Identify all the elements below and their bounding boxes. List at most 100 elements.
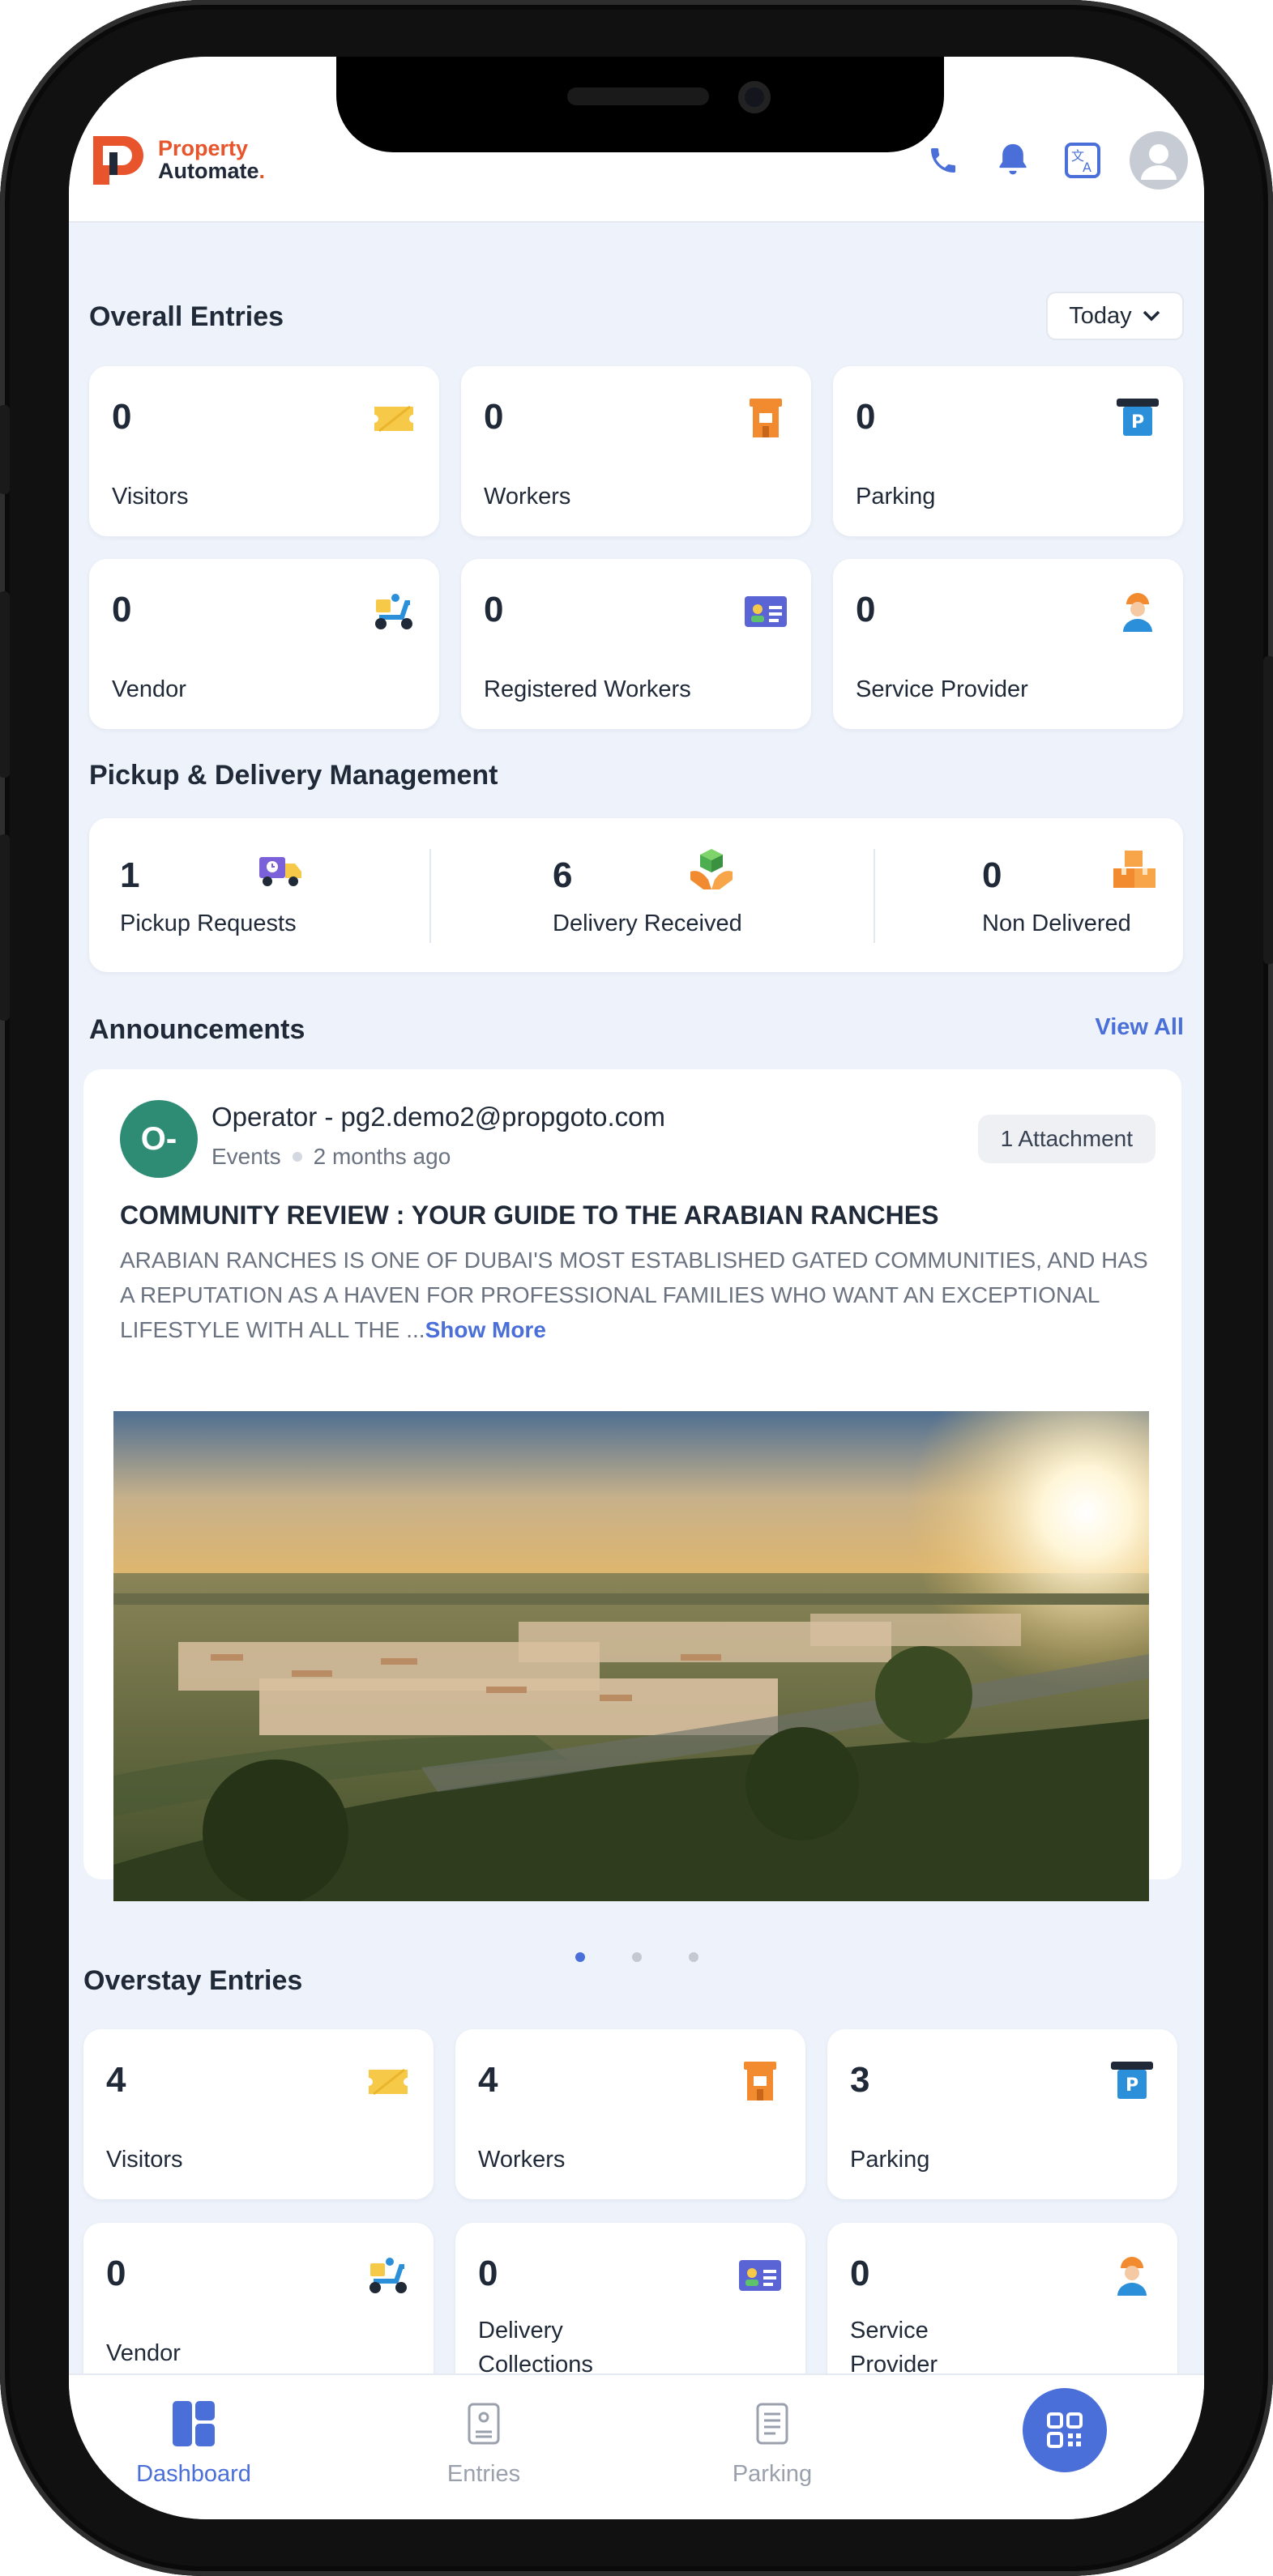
date-filter-value: Today [1069, 302, 1132, 329]
announcement-body-text: ARABIAN RANCHES IS ONE OF DUBAI'S MOST E… [120, 1247, 1148, 1342]
stat-label: Service Provider [856, 676, 1028, 702]
stat-value: 0 [484, 397, 504, 437]
non-delivered-item[interactable]: 0 Non Delivered [875, 818, 1183, 972]
delivery-received-item[interactable]: 6 Delivery Received [431, 818, 874, 972]
ticket-icon [371, 395, 417, 441]
announcement-headline: COMMUNITY REVIEW : YOUR GUIDE TO THE ARA… [120, 1201, 939, 1230]
stat-label-line1: Delivery [478, 2318, 563, 2344]
qr-code-icon [1047, 2412, 1083, 2448]
announcement-body: ARABIAN RANCHES IS ONE OF DUBAI'S MOST E… [120, 1243, 1157, 1347]
entries-icon [461, 2399, 506, 2448]
qr-scan-button[interactable] [1023, 2388, 1107, 2472]
view-all-link[interactable]: View All [1095, 1014, 1184, 1041]
pickup-requests-label: Pickup Requests [120, 911, 297, 936]
bell-icon[interactable] [990, 138, 1036, 183]
stat-value: 0 [106, 2254, 126, 2293]
overall-entries-title: Overall Entries [89, 301, 284, 332]
phone-icon[interactable] [921, 138, 966, 183]
carousel-indicators[interactable] [69, 1952, 1204, 1962]
technician-icon [1115, 588, 1160, 633]
phone-frame: Property Automate. 文A Overall Entries To… [0, 0, 1273, 2576]
nav-label: Parking [732, 2461, 813, 2487]
stat-card-visitors[interactable]: 0 Visitors [89, 366, 439, 536]
avatar[interactable] [1130, 131, 1188, 190]
author-avatar: O- [120, 1100, 198, 1178]
nav-entries[interactable]: Entries [403, 2375, 565, 2519]
technician-icon [1109, 2252, 1155, 2297]
stat-value: 3 [850, 2060, 870, 2100]
logo-mark-icon [88, 131, 150, 188]
nav-label: Entries [446, 2461, 521, 2487]
scooter-icon [365, 2252, 411, 2297]
logo-line2: Automate [158, 159, 259, 183]
stat-value: 0 [856, 590, 876, 629]
stat-label: Vendor [112, 676, 186, 702]
translate-icon[interactable]: 文A [1060, 138, 1105, 183]
volume-up-button [0, 591, 10, 778]
boxes-icon [1112, 847, 1157, 893]
scooter-icon [371, 588, 417, 633]
id-card-icon [737, 2252, 783, 2297]
overstay-card-parking[interactable]: 3 Parking P [827, 2029, 1177, 2199]
device-notch [336, 57, 944, 152]
overstay-card-workers[interactable]: 4 Workers [455, 2029, 805, 2199]
mute-switch [0, 405, 10, 494]
date-filter-dropdown[interactable]: Today [1046, 292, 1184, 340]
stat-label: Service Provider [850, 2314, 938, 2382]
stat-card-service-provider[interactable]: 0 Service Provider [833, 559, 1183, 729]
carousel-dot[interactable] [631, 1952, 642, 1962]
stat-value: 0 [484, 590, 504, 629]
stat-label: Visitors [112, 484, 189, 510]
nav-parking[interactable]: Parking [691, 2375, 853, 2519]
pickup-delivery-title: Pickup & Delivery Management [89, 760, 498, 791]
stat-card-workers[interactable]: 0 Workers [461, 366, 811, 536]
overstay-card-delivery-collections[interactable]: 0 Delivery Collections [455, 2223, 805, 2393]
non-delivered-label: Non Delivered [982, 911, 1131, 936]
overstay-entries-title: Overstay Entries [83, 1965, 303, 1996]
worker-icon [743, 395, 788, 441]
svg-text:P: P [1131, 412, 1144, 433]
svg-text:P: P [1126, 2075, 1138, 2096]
stat-card-registered-workers[interactable]: 0 Registered Workers [461, 559, 811, 729]
stat-label: Workers [484, 484, 571, 510]
stat-label: Parking [856, 484, 936, 510]
pickup-delivery-card: 1 Pickup Requests 6 Delivery Received 0 … [89, 818, 1183, 972]
volume-down-button [0, 834, 10, 1021]
stat-label: Visitors [106, 2147, 183, 2173]
separator-dot [292, 1152, 302, 1162]
parking-icon: P [1115, 395, 1160, 441]
announcement-image[interactable] [113, 1411, 1149, 1901]
delivery-truck-icon [258, 847, 303, 893]
stat-value: 0 [112, 397, 132, 437]
stat-value: 0 [850, 2254, 870, 2293]
nav-dashboard[interactable]: Dashboard [113, 2375, 275, 2519]
logo-line1: Property [158, 136, 249, 160]
stat-label-line1: Service [850, 2318, 929, 2344]
stat-label: Registered Workers [484, 676, 691, 702]
stat-label: Workers [478, 2147, 566, 2173]
carousel-dot[interactable] [575, 1952, 585, 1962]
show-more-link[interactable]: Show More [425, 1317, 546, 1342]
brand-logo[interactable]: Property Automate. [88, 131, 265, 188]
delivery-received-label: Delivery Received [553, 911, 742, 936]
parking-list-icon [750, 2399, 795, 2448]
non-delivered-value: 0 [982, 855, 1002, 895]
stat-value: 4 [478, 2060, 498, 2100]
stat-value: 0 [112, 590, 132, 629]
app-screen: Property Automate. 文A Overall Entries To… [69, 57, 1204, 2519]
stat-label: Delivery Collections [478, 2314, 593, 2382]
stat-card-parking[interactable]: 0 Parking P [833, 366, 1183, 536]
attachment-badge[interactable]: 1 Attachment [977, 1115, 1156, 1163]
dashboard-icon [171, 2399, 216, 2448]
svg-text:A: A [1083, 160, 1091, 175]
pickup-requests-value: 1 [120, 855, 140, 895]
announcements-title: Announcements [89, 1014, 305, 1045]
carousel-dot[interactable] [688, 1952, 698, 1962]
stat-card-vendor[interactable]: 0 Vendor [89, 559, 439, 729]
stat-label: Parking [850, 2147, 930, 2173]
overstay-card-visitors[interactable]: 4 Visitors [83, 2029, 434, 2199]
pickup-requests-item[interactable]: 1 Pickup Requests [89, 818, 429, 972]
overstay-card-service-provider[interactable]: 0 Service Provider [827, 2223, 1177, 2393]
overstay-card-vendor[interactable]: 0 Vendor [83, 2223, 434, 2393]
package-received-icon [689, 847, 734, 893]
